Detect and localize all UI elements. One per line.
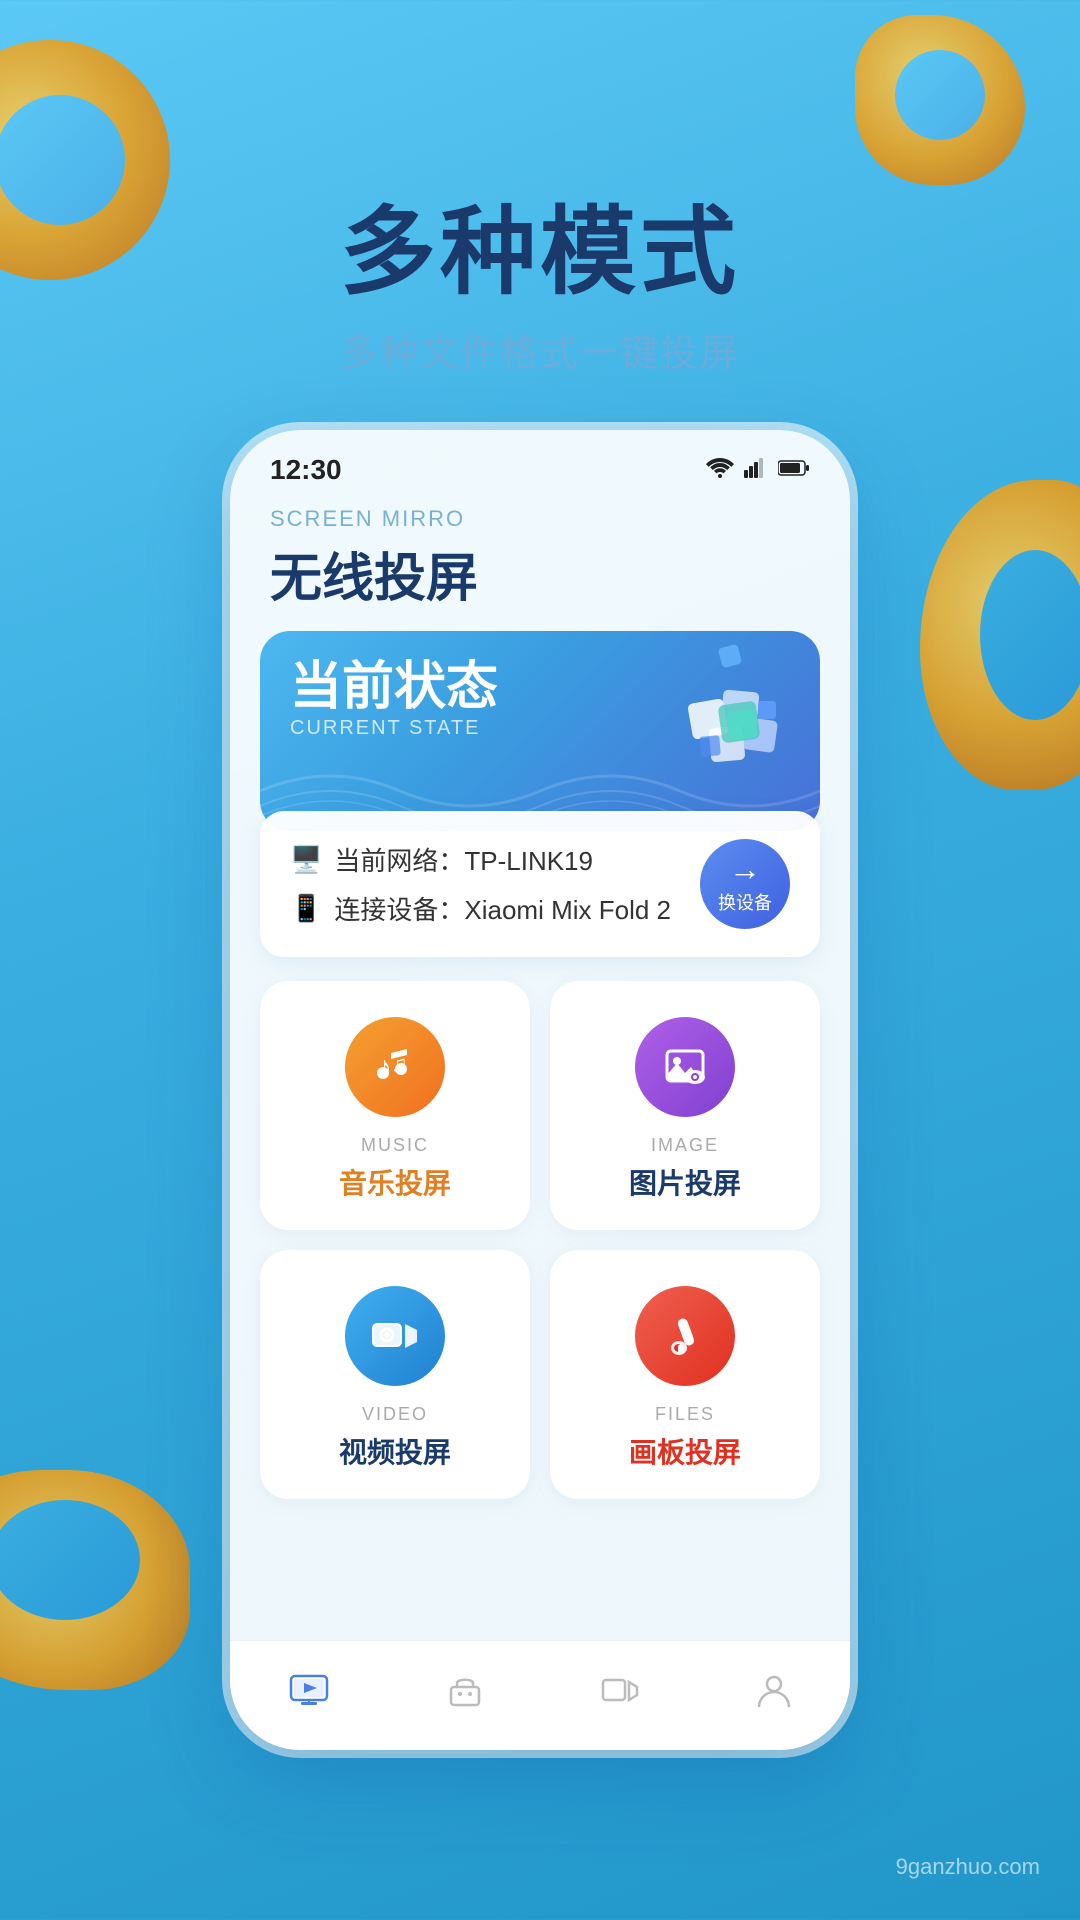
feature-card-image[interactable]: IMAGE 图片投屏	[550, 981, 820, 1230]
feature-card-music[interactable]: ♪ ♫ MUSIC 音乐投屏	[260, 981, 530, 1230]
switch-device-button[interactable]: → 换设备	[700, 839, 790, 929]
status-icons	[706, 456, 810, 485]
status-bar: 12:30	[230, 430, 850, 496]
music-label-cn: 音乐投屏	[339, 1162, 451, 1202]
files-label-en: FILES	[655, 1404, 715, 1425]
music-label-en: MUSIC	[361, 1135, 429, 1156]
store-nav-icon	[447, 1673, 483, 1709]
user-nav-icon	[757, 1673, 791, 1709]
switch-btn-label: 换设备	[718, 889, 772, 915]
nav-item-tv[interactable]	[289, 1674, 329, 1708]
network-info: 🖥️ 当前网络：TP-LINK19 📱 连接设备：Xiaomi Mix Fold…	[290, 841, 700, 927]
network-name: 当前网络：TP-LINK19	[334, 841, 593, 878]
feature-grid: ♪ ♫ MUSIC 音乐投屏 IMAGE 图片投屏	[260, 981, 820, 1499]
video-label-en: VIDEO	[362, 1404, 428, 1425]
app-header: SCREEN MIRRO 无线投屏	[230, 496, 850, 631]
bg-decoration-hole-4	[980, 550, 1080, 720]
signal-icon	[744, 456, 768, 485]
nav-item-user[interactable]	[757, 1673, 791, 1709]
header-section: 多种模式 多种文件格式一键投屏	[0, 200, 1080, 377]
image-label-en: IMAGE	[651, 1135, 719, 1156]
nav-item-store[interactable]	[447, 1673, 483, 1709]
device-name: 连接设备：Xiaomi Mix Fold 2	[334, 890, 671, 927]
video-icon-circle	[345, 1286, 445, 1386]
battery-icon	[778, 456, 810, 484]
switch-arrow-icon: →	[729, 853, 761, 885]
files-label-cn: 画板投屏	[629, 1431, 741, 1471]
svg-text:♪: ♪	[377, 1051, 392, 1084]
music-icon-circle: ♪ ♫	[345, 1017, 445, 1117]
nav-item-video[interactable]	[601, 1676, 639, 1706]
tv-nav-icon	[289, 1674, 329, 1708]
image-label-cn: 图片投屏	[629, 1162, 741, 1202]
feature-card-video[interactable]: VIDEO 视频投屏	[260, 1250, 530, 1499]
network-row: 🖥️ 当前网络：TP-LINK19	[290, 841, 700, 878]
app-title-cn: 无线投屏	[270, 536, 810, 611]
sub-title: 多种文件格式一键投屏	[0, 322, 1080, 377]
app-label: SCREEN MIRRO	[270, 506, 810, 532]
phone-mockup: 12:30	[230, 430, 850, 1750]
image-icon-circle	[635, 1017, 735, 1117]
network-card: 🖥️ 当前网络：TP-LINK19 📱 连接设备：Xiaomi Mix Fold…	[260, 811, 820, 957]
wifi-network-icon: 🖥️	[290, 844, 322, 875]
wifi-icon	[706, 456, 734, 485]
files-icon-circle	[635, 1286, 735, 1386]
video-nav-icon	[601, 1676, 639, 1706]
status-time: 12:30	[270, 454, 342, 486]
bottom-nav	[230, 1640, 850, 1750]
video-label-cn: 视频投屏	[339, 1431, 451, 1471]
main-title: 多种模式	[0, 200, 1080, 306]
feature-card-files[interactable]: FILES 画板投屏	[550, 1250, 820, 1499]
state-card: 当前状态 CURRENT STATE	[260, 631, 820, 831]
device-row: 📱 连接设备：Xiaomi Mix Fold 2	[290, 890, 700, 927]
device-icon: 📱	[290, 893, 322, 924]
watermark: 9ganzhuo.com	[896, 1854, 1040, 1880]
bg-decoration-hole-2	[895, 50, 985, 140]
svg-text:♫: ♫	[391, 1051, 408, 1076]
cube-decoration	[640, 641, 810, 801]
